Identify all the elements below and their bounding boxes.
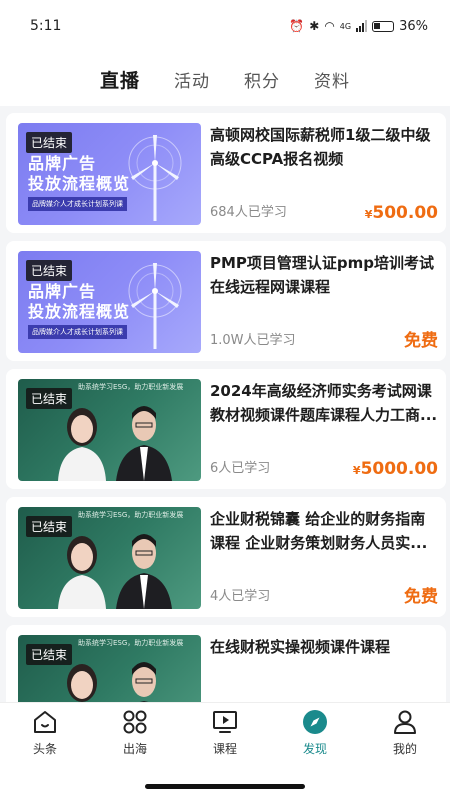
presenter-male-image bbox=[116, 534, 172, 609]
grid-icon bbox=[123, 710, 147, 734]
ended-badge: 已结束 bbox=[26, 644, 73, 665]
course-price: 免费 bbox=[404, 326, 438, 351]
course-price: 免费 bbox=[404, 582, 438, 607]
course-card[interactable]: 品牌广告 投放流程概览 品牌媒介人才成长计划系列课 已结束 高顿网校国际薪税师1… bbox=[6, 113, 446, 233]
course-title[interactable]: 在线财税实操视频课件课程 bbox=[210, 635, 438, 683]
windmill-icon bbox=[128, 135, 182, 221]
course-info: PMP项目管理认证pmp培训考试在线远程网课课程 1.0W人已学习 免费 bbox=[201, 251, 438, 353]
tab-materials[interactable]: 资料 bbox=[314, 67, 350, 92]
battery-level: 36% bbox=[399, 18, 428, 34]
course-thumbnail[interactable]: 品牌广告 投放流程概览 品牌媒介人才成长计划系列课 已结束 bbox=[18, 251, 201, 353]
nav-item-courses[interactable]: 课程 bbox=[190, 709, 260, 757]
home-icon bbox=[34, 711, 56, 733]
learner-count: 4人已学习 bbox=[210, 589, 271, 604]
learner-count: 684人已学习 bbox=[210, 205, 287, 220]
nav-item-overseas[interactable]: 出海 bbox=[100, 709, 170, 757]
wifi-icon: ◠ bbox=[324, 19, 335, 33]
course-title[interactable]: 2024年高级经济师实务考试网课教材视频课件题库课程人力工商... bbox=[210, 379, 438, 427]
ended-badge: 已结束 bbox=[26, 516, 73, 537]
tab-activity[interactable]: 活动 bbox=[174, 67, 210, 92]
course-card[interactable]: 助系统学习ESG，助力职业新发展 已结束 在线财税实操视频课件课程 bbox=[6, 625, 446, 702]
course-info: 在线财税实操视频课件课程 bbox=[201, 635, 438, 702]
thumb-caption: 助系统学习ESG，助力职业新发展 bbox=[78, 383, 184, 391]
tab-points[interactable]: 积分 bbox=[244, 67, 280, 92]
nav-label: 头条 bbox=[32, 742, 57, 756]
nav-item-headlines[interactable]: 头条 bbox=[10, 709, 80, 757]
course-info: 企业财税锦囊 给企业的财务指南课程 企业财务策划财务人员实... 4人已学习 免… bbox=[201, 507, 438, 609]
thumb-headline-2: 投放流程概览 bbox=[28, 302, 131, 321]
currency-symbol: ¥ bbox=[352, 464, 361, 477]
bluetooth-icon: ✱ bbox=[309, 19, 320, 33]
ended-badge: 已结束 bbox=[26, 388, 73, 409]
ended-badge: 已结束 bbox=[26, 132, 73, 153]
video-screen-icon bbox=[213, 711, 237, 733]
course-card[interactable]: 助系统学习ESG，助力职业新发展 已结束 企业财税锦囊 给企业的财务指南课程 企… bbox=[6, 497, 446, 617]
price-value: 5000.00 bbox=[360, 459, 438, 479]
course-list[interactable]: 品牌广告 投放流程概览 品牌媒介人才成长计划系列课 已结束 高顿网校国际薪税师1… bbox=[0, 106, 450, 702]
top-tabs: 直播 活动 积分 资料 bbox=[0, 52, 450, 106]
status-icons: ⏰ ✱ ◠ 4G 36% bbox=[289, 19, 428, 34]
course-title[interactable]: 高顿网校国际薪税师1级二级中级高级CCPA报名视频 bbox=[210, 123, 438, 171]
tab-live[interactable]: 直播 bbox=[100, 66, 140, 93]
course-thumbnail[interactable]: 助系统学习ESG，助力职业新发展 已结束 bbox=[18, 635, 201, 702]
nav-item-mine[interactable]: 我的 bbox=[370, 709, 440, 757]
course-thumbnail[interactable]: 助系统学习ESG，助力职业新发展 已结束 bbox=[18, 507, 201, 609]
price-value: 免费 bbox=[404, 587, 438, 607]
course-card[interactable]: 品牌广告 投放流程概览 品牌媒介人才成长计划系列课 已结束 PMP项目管理认证p… bbox=[6, 241, 446, 361]
alarm-icon: ⏰ bbox=[289, 19, 305, 33]
course-price: ¥500.00 bbox=[365, 203, 438, 223]
price-value: 免费 bbox=[404, 331, 438, 351]
windmill-icon bbox=[128, 263, 182, 349]
course-card[interactable]: 助系统学习ESG，助力职业新发展 已结束 2024年高级经济师实务考试网课教材视… bbox=[6, 369, 446, 489]
status-time: 5:11 bbox=[30, 18, 62, 34]
nav-label: 我的 bbox=[392, 742, 417, 756]
learner-count: 1.0W人已学习 bbox=[210, 333, 296, 348]
course-thumbnail[interactable]: 品牌广告 投放流程概览 品牌媒介人才成长计划系列课 已结束 bbox=[18, 123, 201, 225]
home-indicator[interactable] bbox=[145, 784, 305, 789]
course-title[interactable]: PMP项目管理认证pmp培训考试在线远程网课课程 bbox=[210, 251, 438, 299]
price-value: 500.00 bbox=[372, 203, 438, 223]
status-bar: 5:11 ⏰ ✱ ◠ 4G 36% bbox=[0, 0, 450, 52]
thumb-subtitle: 品牌媒介人才成长计划系列课 bbox=[28, 197, 127, 211]
course-title[interactable]: 企业财税锦囊 给企业的财务指南课程 企业财务策划财务人员实... bbox=[210, 507, 438, 555]
course-price: ¥5000.00 bbox=[353, 459, 438, 479]
signal-icon bbox=[356, 20, 368, 32]
thumb-subtitle: 品牌媒介人才成长计划系列课 bbox=[28, 325, 127, 339]
thumb-headline-2: 投放流程概览 bbox=[28, 174, 131, 193]
course-info: 2024年高级经济师实务考试网课教材视频课件题库课程人力工商... 6人已学习 … bbox=[201, 379, 438, 481]
learner-count: 6人已学习 bbox=[210, 461, 271, 476]
course-info: 高顿网校国际薪税师1级二级中级高级CCPA报名视频 684人已学习 ¥500.0… bbox=[201, 123, 438, 225]
battery-icon bbox=[372, 20, 395, 32]
presenter-male-image bbox=[116, 406, 172, 481]
gesture-area bbox=[0, 764, 450, 800]
ended-badge: 已结束 bbox=[26, 260, 73, 281]
nav-label: 出海 bbox=[122, 742, 147, 756]
course-thumbnail[interactable]: 助系统学习ESG，助力职业新发展 已结束 bbox=[18, 379, 201, 481]
bottom-nav: 头条 出海 课程 发现 我的 bbox=[0, 702, 450, 764]
nav-label: 课程 bbox=[212, 742, 237, 756]
network-type: 4G bbox=[339, 21, 352, 31]
thumb-caption: 助系统学习ESG，助力职业新发展 bbox=[78, 639, 184, 647]
thumb-caption: 助系统学习ESG，助力职业新发展 bbox=[78, 511, 184, 519]
compass-icon bbox=[303, 710, 327, 734]
nav-item-discover[interactable]: 发现 bbox=[280, 709, 350, 757]
person-icon bbox=[394, 710, 416, 734]
nav-label: 发现 bbox=[302, 742, 327, 756]
presenter-male-image bbox=[132, 662, 156, 702]
